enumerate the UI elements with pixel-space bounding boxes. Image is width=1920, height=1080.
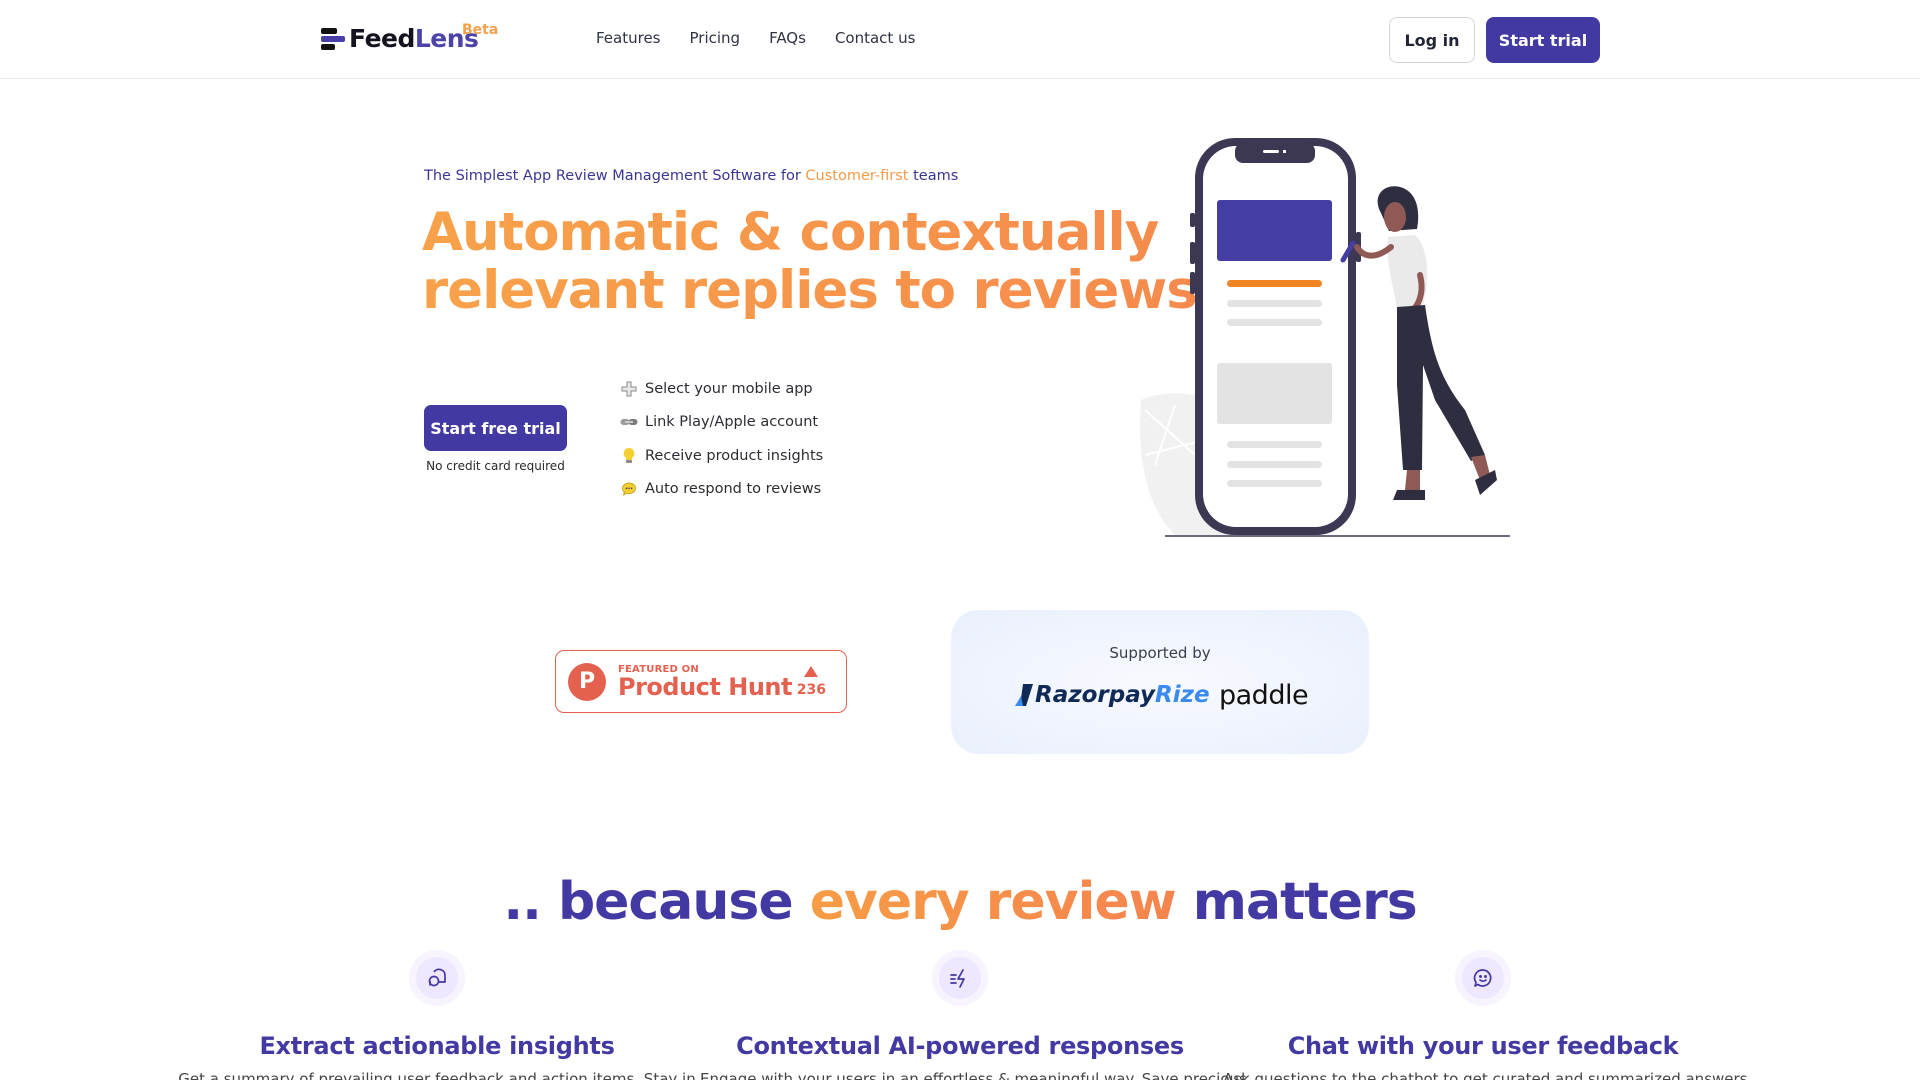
beta-badge: Beta bbox=[462, 22, 499, 38]
site-header: FeedLens Beta Features Pricing FAQs Cont… bbox=[0, 0, 1920, 79]
step-item: Auto respond to reviews bbox=[620, 473, 823, 507]
razorpay-text: Razorpay bbox=[1035, 682, 1156, 708]
link-icon bbox=[620, 413, 638, 431]
hero-headline: Automatic & contextually relevant replie… bbox=[422, 204, 1197, 320]
tagline-prefix: The Simplest App Review Management Softw… bbox=[424, 168, 806, 184]
feature-title: Extract actionable insights bbox=[259, 1032, 615, 1060]
headline-line-2: relevant replies to reviews bbox=[422, 260, 1197, 321]
hero-tagline: The Simplest App Review Management Softw… bbox=[424, 168, 958, 184]
phone-illustration bbox=[1190, 138, 1361, 535]
product-hunt-logo-icon: P bbox=[568, 662, 606, 701]
speech-bubble-icon bbox=[620, 480, 638, 498]
supported-by-card: Supported by Razorpay Rize paddle bbox=[951, 610, 1369, 754]
section-title-prefix: .. because bbox=[503, 872, 810, 932]
logo-text-feed: Feed bbox=[349, 24, 415, 53]
feature-card: Chat with your user feedback Ask questio… bbox=[1223, 950, 1748, 1080]
chat-bubbles-icon bbox=[416, 957, 458, 999]
logo-mark-icon bbox=[321, 27, 345, 50]
feedlens-logo[interactable]: FeedLens Beta bbox=[321, 22, 498, 53]
feature-desc: Ask questions to the chatbot to get cura… bbox=[1223, 1070, 1748, 1080]
nav-contact[interactable]: Contact us bbox=[835, 29, 915, 47]
step-item: Link Play/Apple account bbox=[620, 406, 823, 440]
ph-vote-count: 236 bbox=[796, 681, 826, 698]
nav-features[interactable]: Features bbox=[596, 29, 661, 47]
product-hunt-badge[interactable]: P FEATURED ON Product Hunt 236 bbox=[555, 650, 847, 713]
onboarding-steps: Select your mobile app Link Play/Apple a… bbox=[620, 372, 823, 506]
step-label: Receive product insights bbox=[645, 447, 824, 464]
upvote-triangle-icon bbox=[804, 665, 819, 677]
nav-pricing[interactable]: Pricing bbox=[690, 29, 741, 47]
feature-desc: Engage with your users in an effortless … bbox=[700, 1070, 1247, 1080]
feature-card: Extract actionable insights Get a summar… bbox=[177, 950, 697, 1080]
tagline-suffix: teams bbox=[908, 168, 959, 184]
step-label: Link Play/Apple account bbox=[645, 414, 819, 431]
supported-by-label: Supported by bbox=[1109, 644, 1211, 662]
step-item: Select your mobile app bbox=[620, 372, 823, 406]
feature-desc: Get a summary of prevailing user feedbac… bbox=[178, 1070, 696, 1080]
section-title: .. because every review matters bbox=[0, 872, 1920, 932]
rize-text: Rize bbox=[1155, 682, 1210, 708]
step-item: Receive product insights bbox=[620, 439, 823, 473]
smile-chat-icon bbox=[1462, 957, 1504, 999]
feature-title: Chat with your user feedback bbox=[1287, 1032, 1679, 1060]
feature-card: Contextual AI-powered responses Engage w… bbox=[700, 950, 1247, 1080]
tagline-highlight: Customer-first bbox=[805, 168, 909, 184]
start-free-trial-button[interactable]: Start free trial bbox=[424, 405, 567, 451]
step-label: Select your mobile app bbox=[645, 380, 813, 397]
step-label: Auto respond to reviews bbox=[645, 481, 822, 498]
section-title-highlight: every review bbox=[809, 872, 1177, 932]
no-credit-card-note: No credit card required bbox=[426, 459, 565, 473]
ph-name: Product Hunt bbox=[618, 673, 792, 701]
main-nav: Features Pricing FAQs Contact us bbox=[596, 29, 915, 47]
person-illustration bbox=[1340, 186, 1497, 500]
login-button[interactable]: Log in bbox=[1389, 17, 1475, 63]
paddle-logo: paddle bbox=[1219, 680, 1309, 711]
lightning-icon bbox=[939, 957, 981, 999]
headline-line-1: Automatic & contextually bbox=[422, 202, 1159, 263]
razorpay-rize-logo: Razorpay Rize bbox=[1015, 682, 1210, 708]
lightbulb-icon bbox=[620, 447, 638, 465]
feature-title: Contextual AI-powered responses bbox=[736, 1032, 1184, 1060]
razorpay-mark-icon bbox=[1015, 684, 1033, 706]
start-trial-button[interactable]: Start trial bbox=[1486, 17, 1600, 63]
hero-illustration bbox=[1140, 138, 1510, 537]
nav-faqs[interactable]: FAQs bbox=[769, 29, 806, 47]
plus-icon bbox=[620, 380, 638, 398]
section-title-suffix: matters bbox=[1175, 872, 1418, 932]
